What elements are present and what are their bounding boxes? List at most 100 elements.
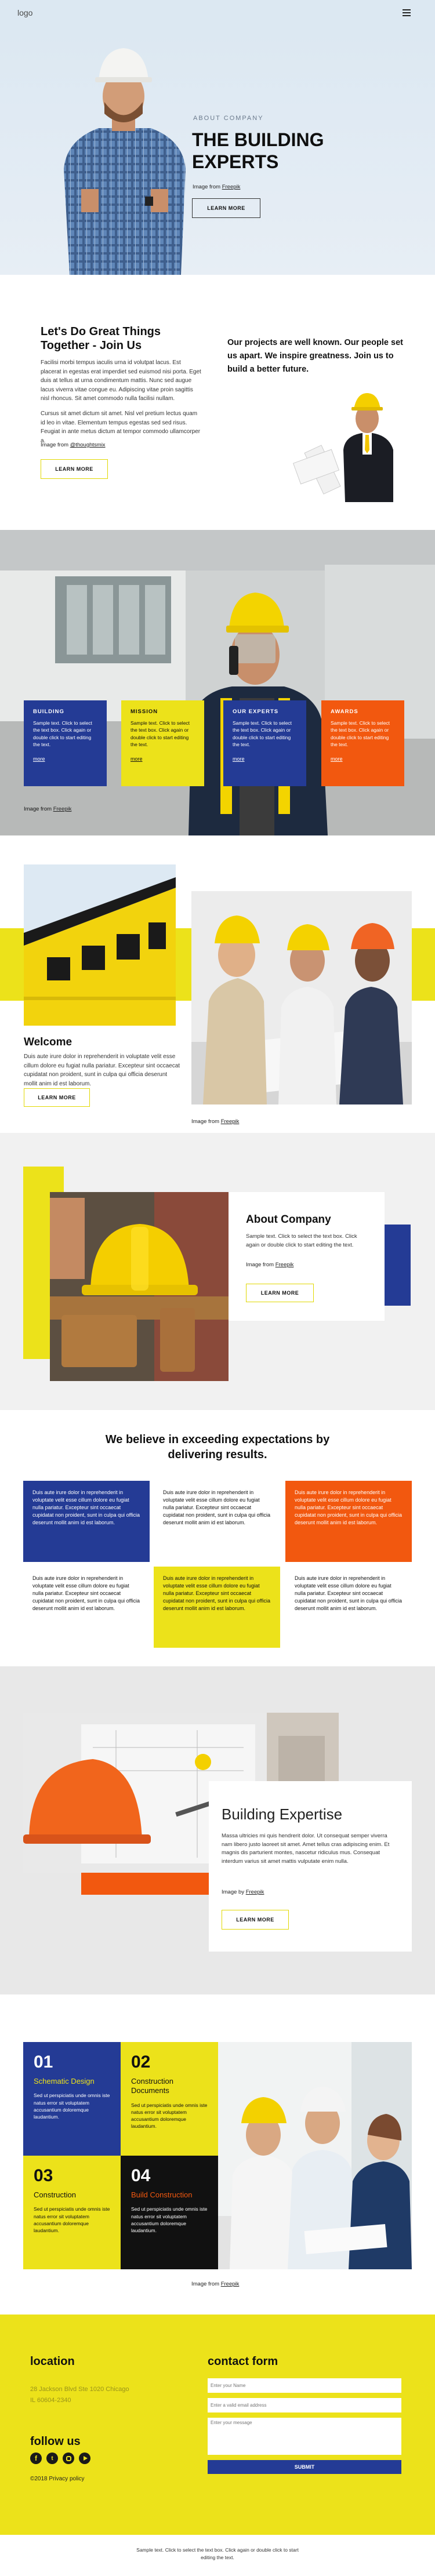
- about-learn-more-button[interactable]: LEARN MORE: [246, 1284, 314, 1302]
- welcome-title: Welcome: [24, 1036, 72, 1048]
- credit-prefix: Image from: [246, 1262, 276, 1268]
- believe-block-text: Duis aute irure dolor in reprehenderit i…: [163, 1489, 270, 1526]
- step-text: Sed ut perspiciatis unde omnis iste natu…: [34, 2092, 110, 2120]
- address-line1: 28 Jackson Blvd Ste 1020 Chicago: [30, 2386, 129, 2393]
- engineers-team-image: [218, 2042, 412, 2269]
- service-card-text: Sample text. Click to select the text bo…: [33, 720, 93, 747]
- join-body-2: Cursus sit amet dictum sit amet. Nisl ve…: [41, 410, 201, 444]
- about-section: About Company Sample text. Click to sele…: [0, 1133, 435, 1410]
- hero-worker-image: [64, 48, 186, 275]
- believe-block-text: Duis aute irure dolor in reprehenderit i…: [32, 1575, 140, 1612]
- hero-learn-more-button[interactable]: LEARN MORE: [192, 198, 260, 218]
- email-field[interactable]: [208, 2398, 401, 2412]
- facebook-icon[interactable]: f: [30, 2453, 42, 2464]
- services-section: BUILDING Sample text. Click to select th…: [0, 530, 435, 835]
- copyright[interactable]: ©2018 Privacy policy: [30, 2476, 85, 2482]
- credit-link[interactable]: Freepik: [246, 1889, 264, 1895]
- step-text: Sed ut perspiciatis unde omnis iste natu…: [131, 2102, 208, 2130]
- submit-button[interactable]: SUBMIT: [208, 2460, 401, 2474]
- about-image-credit: Image from Freepik: [246, 1262, 293, 1268]
- believe-block: Duis aute irure dolor in reprehenderit i…: [23, 1481, 150, 1562]
- blue-accent-bar: [385, 1225, 411, 1306]
- credit-link[interactable]: Freepik: [221, 1118, 240, 1125]
- step-number: 01: [34, 2052, 53, 2072]
- join-worker-image: [292, 393, 393, 502]
- credit-prefix: Image from: [41, 442, 70, 448]
- believe-title: We believe in exceeding expectations by …: [0, 1432, 435, 1462]
- orange-accent-bar: [81, 1873, 211, 1895]
- services-image-credit: Image from Freepik: [24, 806, 71, 812]
- expertise-image-credit: Image by Freepik: [222, 1889, 264, 1895]
- credit-prefix: Image from: [191, 1118, 221, 1125]
- credit-link[interactable]: Freepik: [222, 184, 241, 190]
- credit-link[interactable]: Freepik: [276, 1262, 294, 1268]
- service-card-text: Sample text. Click to select the text bo…: [130, 720, 190, 747]
- instagram-icon[interactable]: [63, 2453, 74, 2464]
- step-number: 02: [131, 2052, 151, 2072]
- twitter-icon[interactable]: t: [46, 2453, 58, 2464]
- message-field[interactable]: [208, 2418, 401, 2455]
- hero-kicker: ABOUT COMPANY: [193, 115, 264, 122]
- step-title: Build Construction: [131, 2190, 193, 2199]
- step-text: Sed ut perspiciatis unde omnis iste natu…: [131, 2206, 208, 2234]
- believe-title-line1: We believe in exceeding expectations by: [105, 1433, 330, 1446]
- bottom-text-line1: Sample text. Click to select the text bo…: [136, 2547, 299, 2553]
- service-card: BUILDING Sample text. Click to select th…: [24, 700, 107, 786]
- credit-link[interactable]: @thoughtsmix: [70, 442, 106, 448]
- location-title: location: [30, 2355, 75, 2368]
- helmet-toolbelt-image: [50, 1192, 229, 1381]
- hamburger-icon[interactable]: [403, 9, 411, 16]
- service-card-title: BUILDING: [33, 709, 64, 715]
- steps-grid: 01 Schematic Design Sed ut perspiciatis …: [23, 2042, 218, 2269]
- service-card-more-link[interactable]: more: [130, 756, 195, 762]
- credit-link[interactable]: Freepik: [53, 806, 72, 812]
- service-card-more-link[interactable]: more: [33, 756, 97, 762]
- hero-title-line2: EXPERTS: [192, 151, 279, 173]
- service-card-more-link[interactable]: more: [331, 756, 395, 762]
- credit-prefix: Image from: [24, 806, 53, 812]
- contact-title: contact form: [208, 2355, 278, 2368]
- service-card-title: AWARDS: [331, 709, 358, 715]
- step-card: 02 Construction Documents Sed ut perspic…: [121, 2042, 218, 2156]
- address-line2: IL 60604-2340: [30, 2396, 71, 2404]
- step-title: Schematic Design: [34, 2077, 95, 2085]
- step-title: Construction Documents: [131, 2077, 173, 2095]
- step-number: 03: [34, 2166, 53, 2185]
- step-card: 03 Construction Sed ut perspiciatis unde…: [23, 2156, 121, 2269]
- join-quote: Our projects are well known. Our people …: [227, 338, 403, 375]
- credit-link[interactable]: Freepik: [221, 2281, 240, 2287]
- welcome-section: Welcome Duis aute irure dolor in reprehe…: [0, 835, 435, 1133]
- expertise-body: Massa ultricies mi quis hendrerit dolor.…: [222, 1833, 390, 1865]
- join-section: Let's Do Great Things Together - Join Us…: [0, 275, 435, 530]
- service-card: OUR EXPERTS Sample text. Click to select…: [223, 700, 306, 786]
- about-body: Sample text. Click to select the text bo…: [246, 1233, 357, 1248]
- expertise-section: Building Expertise Massa ultricies mi qu…: [0, 1666, 435, 1994]
- about-card: About Company Sample text. Click to sele…: [229, 1192, 385, 1321]
- logo[interactable]: logo: [17, 8, 32, 17]
- about-title: About Company: [246, 1213, 331, 1226]
- service-card-more-link[interactable]: more: [233, 756, 297, 762]
- step-card: 04 Build Construction Sed ut perspiciati…: [121, 2156, 218, 2269]
- bottom-bar: Sample text. Click to select the text bo…: [0, 2535, 435, 2576]
- social-icons: f t: [30, 2453, 90, 2464]
- footer-section: location 28 Jackson Blvd Ste 1020 Chicag…: [0, 2315, 435, 2535]
- welcome-learn-more-button[interactable]: LEARN MORE: [24, 1088, 90, 1107]
- name-field[interactable]: [208, 2378, 401, 2393]
- welcome-image-credit: Image from Freepik: [191, 1118, 239, 1125]
- expertise-card: Building Expertise Massa ultricies mi qu…: [209, 1781, 412, 1952]
- believe-block-text: Duis aute irure dolor in reprehenderit i…: [32, 1489, 140, 1526]
- join-image-credit: Image from @thoughtsmix: [41, 442, 106, 448]
- hero-section: ABOUT COMPANY THE BUILDING EXPERTS Image…: [0, 27, 435, 275]
- join-learn-more-button[interactable]: LEARN MORE: [41, 459, 108, 479]
- bottom-text-line2: editing the text.: [201, 2554, 234, 2560]
- youtube-icon[interactable]: [79, 2453, 90, 2464]
- step-number: 04: [131, 2166, 151, 2185]
- steps-section: 01 Schematic Design Sed ut perspiciatis …: [0, 1994, 435, 2315]
- service-card-text: Sample text. Click to select the text bo…: [233, 720, 292, 747]
- expertise-learn-more-button[interactable]: LEARN MORE: [222, 1910, 289, 1930]
- believe-title-line2: delivering results.: [168, 1448, 267, 1461]
- yellow-building-image: [24, 864, 176, 1026]
- service-card: MISSION Sample text. Click to select the…: [121, 700, 204, 786]
- believe-block-text: Duis aute irure dolor in reprehenderit i…: [163, 1575, 270, 1612]
- believe-section: We believe in exceeding expectations by …: [0, 1410, 435, 1666]
